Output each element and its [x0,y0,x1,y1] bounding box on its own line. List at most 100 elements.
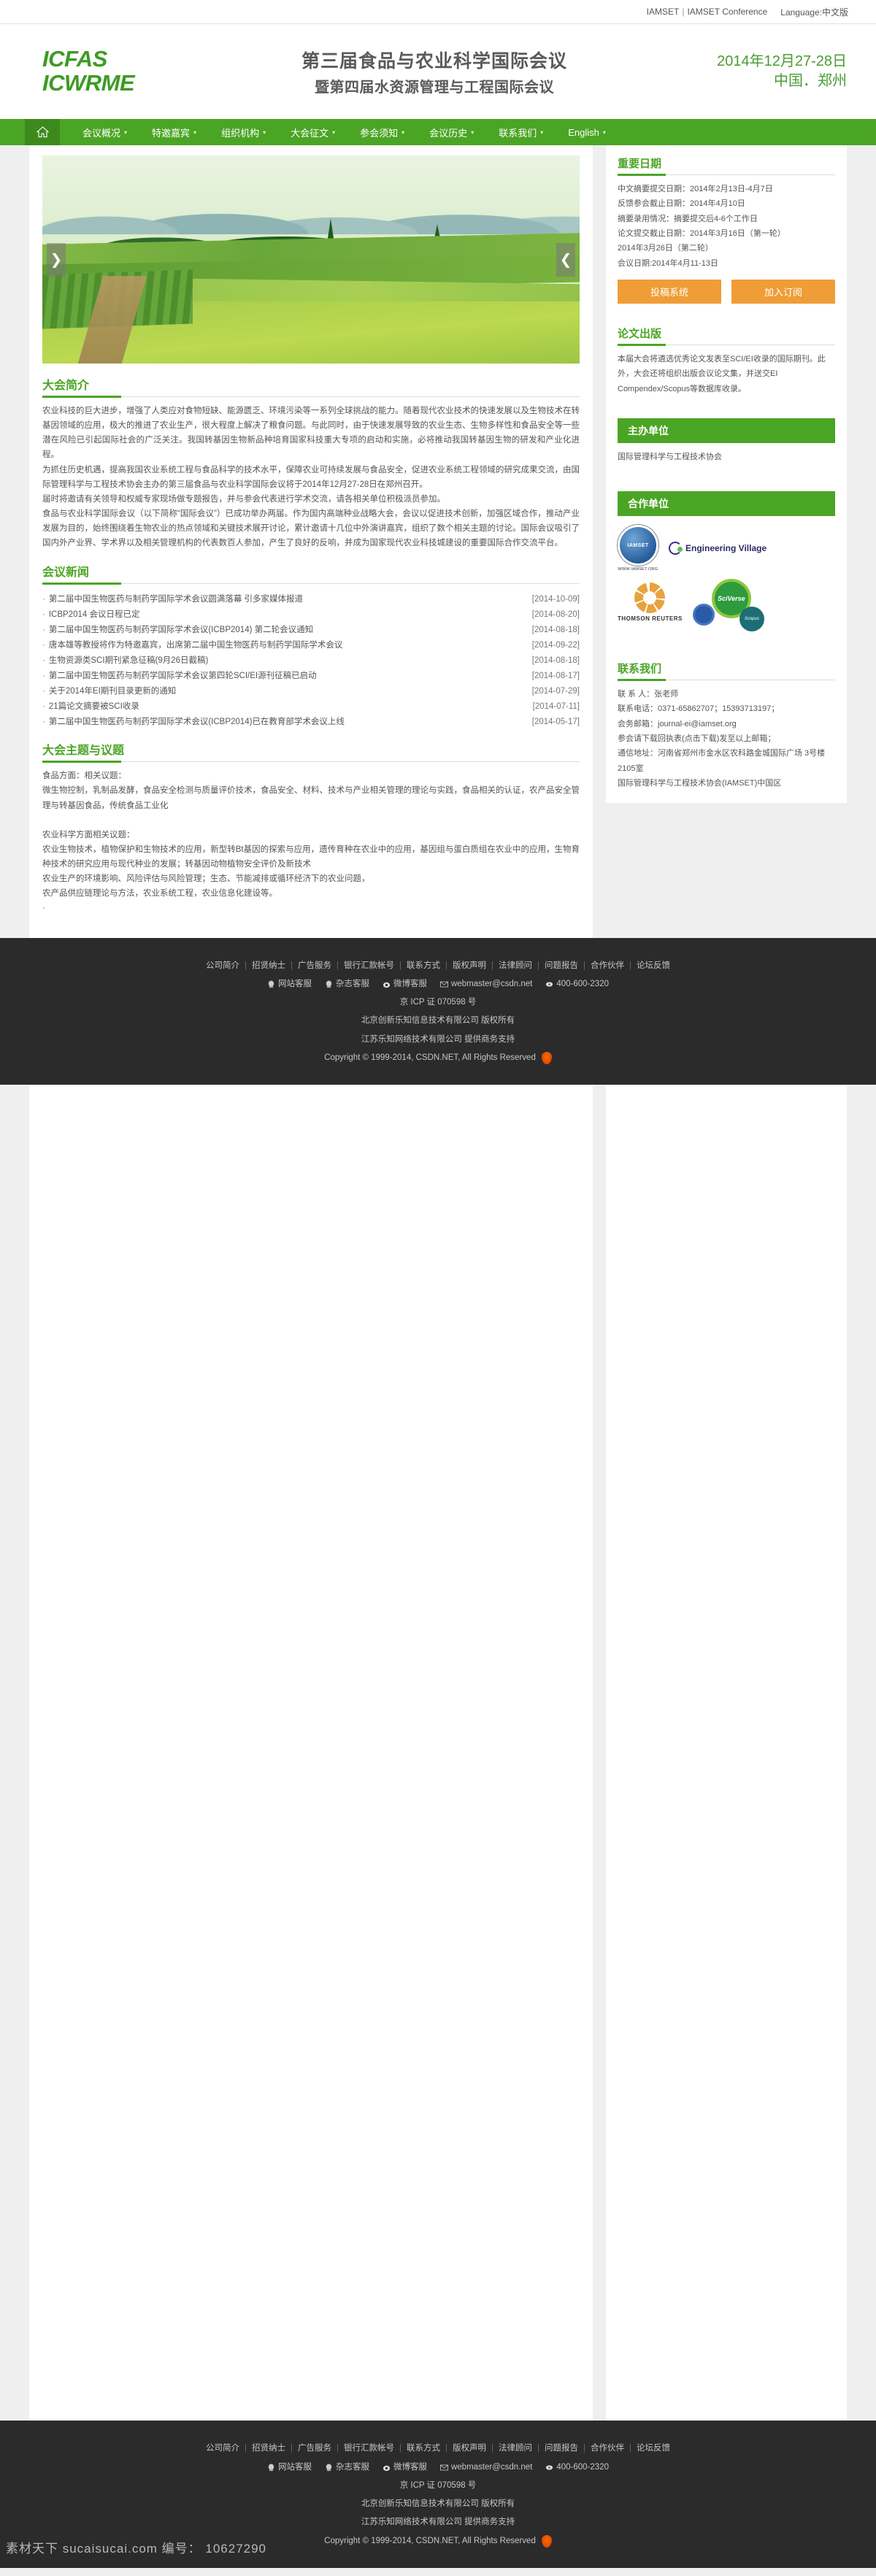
footer-service-email-b[interactable]: webmaster@csdn.net [439,2458,532,2477]
news-item[interactable]: 生物资源类SCI期刊紧急征稿(9月26日截稿) [2014-08-18] [42,652,580,667]
footer-services-bottom: 网站客服 杂志客服 微博客服 webmaster@csdn.net 400-60… [0,2458,876,2477]
footer-link-2[interactable]: 广告服务 [298,961,331,970]
thomson-reuters-logo-icon[interactable]: THOMSON REUTERS [618,583,683,622]
intro-paragraph-1: 为抓住历史机遇，提高我国农业系统工程与食品科学的技术水平，保障农业可持续发展与食… [42,465,580,489]
news-item[interactable]: 21篇论文摘要被SCI收录 [2014-07-11] [42,698,580,713]
news-item[interactable]: 第二届中国生物医药与制药学国际学术会议(ICBP2014) 第二轮会议通知 [20… [42,621,580,637]
footer-link-9[interactable]: 论坛反馈 [637,961,670,970]
news-item[interactable]: 第二届中国生物医药与制药学国际学术会议第四轮SCI/EI源刊征稿已启动 [2014… [42,667,580,683]
footer-link-8[interactable]: 合作伙伴 [591,961,624,970]
submission-system-button[interactable]: 投稿系统 [618,280,721,304]
footer-link-5[interactable]: 版权声明 [453,961,486,970]
news-item[interactable]: 第二届中国生物医药与制药学国际学术会议圆满落幕 引多家媒体报道 [2014-10-… [42,591,580,606]
conference-title: 第三届食品与农业科学国际会议 暨第四届水资源管理与工程国际会议 [182,47,679,96]
sciverse-scopus-logo-icon[interactable]: SciVerse Scopus [692,577,773,632]
footer-sep: | [337,2444,339,2453]
banner-carousel[interactable]: ❯ ❮ [42,155,580,364]
nav-item-7[interactable]: English ▾ [556,119,618,145]
site-logo[interactable]: ICFAS ICWRME [0,47,182,95]
date-line-0: 中文摘要提交日期：2014年2月13日-4月7日 [618,185,773,193]
footer-service-email[interactable]: webmaster@csdn.net [439,975,532,993]
nav-item-6[interactable]: 联系我们 ▾ [486,119,556,145]
contact-line-3[interactable]: 参会请下载回执表(点击下载)发至以上邮箱； [618,731,835,746]
nav-label-3: 大会征文 [291,127,329,139]
footer-service-phone[interactable]: 400-600-2320 [545,975,609,993]
footer-service-magazine-b[interactable]: 杂志客服 [325,2458,369,2477]
footer-link-b5[interactable]: 版权声明 [453,2444,486,2453]
contact-line-5: 国际管理科学与工程技术协会(IAMSET)中国区 [618,779,782,788]
carousel-prev-arrow-icon[interactable]: ❯ [47,242,66,277]
topics-title: 大会主题与议题 [42,745,125,758]
date-line-5: 会议日期:2014年4月11-13日 [618,258,718,268]
nav-item-0[interactable]: 会议概况 ▾ [70,119,139,145]
footer-link-b1[interactable]: 招贤纳士 [252,2444,285,2453]
topbar-link-iamset[interactable]: IAMSET [647,7,680,17]
footer-link-3[interactable]: 银行汇款帐号 [344,961,394,970]
nav-item-1[interactable]: 特邀嘉宾 ▾ [139,119,209,145]
carousel-next-arrow-icon[interactable]: ❮ [556,242,575,277]
nav-item-2[interactable]: 组织机构 ▾ [209,119,278,145]
footer-service-weibo-b[interactable]: 微博客服 [383,2458,427,2477]
footer-sep: | [445,961,447,970]
main-navigation: 会议概况 ▾ 特邀嘉宾 ▾ 组织机构 ▾ 大会征文 ▾ 参会须知 ▾ 会议历史 ▾ 联系我们… [0,119,876,145]
nav-item-3[interactable]: 大会征文 ▾ [278,119,347,145]
language-switcher[interactable]: Language:中文版 [780,6,848,18]
footer-link-1[interactable]: 招贤纳士 [252,961,285,970]
blank-side-panel [606,1085,847,2421]
footer-link-b4[interactable]: 联系方式 [407,2444,440,2453]
footer-service-label: 杂志客服 [335,2462,369,2472]
footer-link-b0[interactable]: 公司简介 [206,2444,239,2453]
police-seal-icon[interactable] [541,2534,552,2548]
footer-link-6[interactable]: 法律顾问 [499,961,532,970]
conference-location: 中国．郑州 [774,73,847,89]
iamset-logo-text: IAMSET [627,542,649,548]
footer-link-b7[interactable]: 问题报告 [545,2444,578,2453]
topics-line-5: 农业生产的环境影响、风险评估与风险管理；生态、节能减排或循环经济下的农业问题， [42,874,370,884]
chevron-down-icon: ▾ [402,128,405,136]
news-item-date: [2014-08-18] [531,625,580,634]
footer-service-weibo[interactable]: 微博客服 [383,975,427,993]
nav-item-4[interactable]: 参会须知 ▾ [347,119,417,145]
footer-link-b9[interactable]: 论坛反馈 [637,2444,670,2453]
footer-sep: | [291,961,293,970]
news-item-text: 第二届中国生物医药与制药学国际学术会议(ICBP2014) 第二轮会议通知 [42,623,313,635]
footer-service-website-b[interactable]: 网站客服 [267,2458,312,2477]
phone-icon [546,2465,553,2470]
footer-link-b8[interactable]: 合作伙伴 [591,2444,624,2453]
footer-copyright: Copyright © 1999-2014, CSDN.NET, All Rig… [324,1053,536,1062]
important-dates-body: 中文摘要提交日期：2014年2月13日-4月7日 反馈参会截止日期：2014年4… [618,182,835,271]
footer-link-b3[interactable]: 银行汇款帐号 [344,2444,394,2453]
important-dates-divider [618,174,835,176]
footer-sep: | [491,961,493,970]
thomson-reuters-mark-icon [634,583,666,614]
news-item[interactable]: 唐本雄等教授将作为特邀嘉宾，出席第二届中国生物医药与制药学国际学术会议 [2014… [42,637,580,652]
nav-home-button[interactable] [25,119,60,145]
news-item[interactable]: 关于2014年EI期刊目录更新的通知 [2014-07-29] [42,683,580,698]
news-item[interactable]: 第二届中国生物医药与制药学国际学术会议(ICBP2014)已在教育部学术会议上线… [42,713,580,728]
engineering-village-logo-icon[interactable]: Engineering Village [669,542,766,555]
card-contact: 联系我们 联 系 人：张老师 联系电话：0371-65862707；153937… [606,650,847,803]
nav-item-5[interactable]: 会议历史 ▾ [417,119,486,145]
footer-service-website[interactable]: 网站客服 [267,975,312,993]
scopus-teal-circle-icon: Scopus [739,607,764,632]
section-topics: 大会主题与议题 食品方面：相关议题： 微生物控制，乳制品发酵，食品安全检测与质量… [42,740,580,915]
topbar-link-iamset-conference[interactable]: IAMSET Conference [687,7,767,17]
footer-sep: | [399,2444,402,2453]
news-item[interactable]: ICBP2014 会议日程已定 [2014-08-20] [42,606,580,621]
iamset-logo-wrap[interactable]: IAMSET WWW.IAMSET.ORG [618,525,658,572]
topbar-separator: | [682,7,685,17]
footer-service-magazine[interactable]: 杂志客服 [325,975,369,993]
footer-link-7[interactable]: 问题报告 [545,961,578,970]
footer-service-phone-b[interactable]: 400-600-2320 [545,2458,609,2477]
subscribe-button[interactable]: 加入订阅 [731,280,835,304]
news-item-date: [2014-05-17] [531,717,580,726]
mail-icon [439,2464,448,2471]
footer-link-0[interactable]: 公司简介 [206,961,239,970]
footer-link-b6[interactable]: 法律顾问 [499,2444,532,2453]
engineering-village-text: Engineering Village [685,543,767,554]
organizer-name: 国际管理科学与工程技术协会 [618,453,722,462]
footer-link-b2[interactable]: 广告服务 [298,2444,331,2453]
footer-link-4[interactable]: 联系方式 [407,961,440,970]
footer-service-label: 微博客服 [393,2462,427,2472]
police-seal-icon[interactable] [541,1052,552,1065]
